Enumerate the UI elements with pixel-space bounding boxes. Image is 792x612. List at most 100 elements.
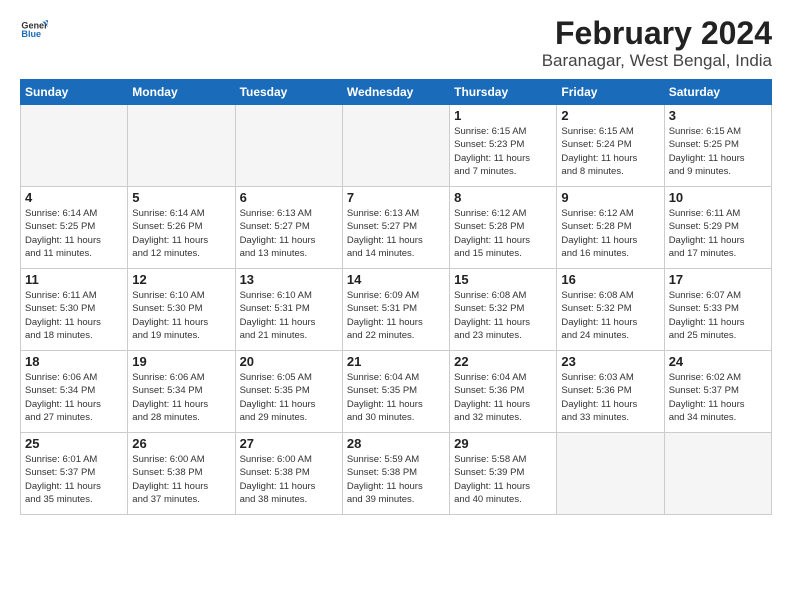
table-row: 24Sunrise: 6:02 AM Sunset: 5:37 PM Dayli… [664,351,771,433]
day-number: 7 [347,190,445,205]
table-row: 1 Sunrise: 6:15 AM Sunset: 5:23 PM Daylig… [450,105,557,187]
day-number: 4 [25,190,123,205]
day-number: 2 [561,108,659,123]
calendar-body: 1 Sunrise: 6:15 AM Sunset: 5:23 PM Daylig… [21,105,772,515]
table-row: 27Sunrise: 6:00 AM Sunset: 5:38 PM Dayli… [235,433,342,515]
day-info: Sunrise: 6:13 AM Sunset: 5:27 PM Dayligh… [240,207,338,260]
day-number: 10 [669,190,767,205]
day-number: 27 [240,436,338,451]
day-number: 12 [132,272,230,287]
table-row [128,105,235,187]
day-number: 13 [240,272,338,287]
day-number: 18 [25,354,123,369]
table-row [21,105,128,187]
col-thursday: Thursday [450,80,557,105]
table-row: 3 Sunrise: 6:15 AM Sunset: 5:25 PM Daylig… [664,105,771,187]
table-row: 23 Sunrise: 6:03 AM Sunset: 5:36 PM Dayli… [557,351,664,433]
day-number: 20 [240,354,338,369]
day-info: Sunrise: 6:14 AM Sunset: 5:26 PM Dayligh… [132,207,230,260]
day-info: Sunrise: 6:04 AM Sunset: 5:35 PM Dayligh… [347,371,445,424]
day-info: Sunrise: 6:10 AM Sunset: 5:31 PM Dayligh… [240,289,338,342]
table-row: 15 Sunrise: 6:08 AM Sunset: 5:32 PM Dayli… [450,269,557,351]
day-info: Sunrise: 6:01 AM Sunset: 5:37 PM Dayligh… [25,453,123,506]
day-info: Sunrise: 6:13 AM Sunset: 5:27 PM Dayligh… [347,207,445,260]
calendar-week-row: 4Sunrise: 6:14 AM Sunset: 5:25 PM Daylig… [21,187,772,269]
day-info: Sunrise: 6:04 AM Sunset: 5:36 PM Dayligh… [454,371,552,424]
header-area: General Blue February 2024 Baranagar, We… [20,16,772,71]
day-info: Sunrise: 6:12 AM Sunset: 5:28 PM Dayligh… [454,207,552,260]
day-number: 25 [25,436,123,451]
day-info: Sunrise: 6:05 AM Sunset: 5:35 PM Dayligh… [240,371,338,424]
calendar-week-row: 11Sunrise: 6:11 AM Sunset: 5:30 PM Dayli… [21,269,772,351]
table-row: 21Sunrise: 6:04 AM Sunset: 5:35 PM Dayli… [342,351,449,433]
day-info: Sunrise: 6:08 AM Sunset: 5:32 PM Dayligh… [561,289,659,342]
day-info: Sunrise: 6:08 AM Sunset: 5:32 PM Dayligh… [454,289,552,342]
table-row: 26Sunrise: 6:00 AM Sunset: 5:38 PM Dayli… [128,433,235,515]
day-info: Sunrise: 6:07 AM Sunset: 5:33 PM Dayligh… [669,289,767,342]
sub-title: Baranagar, West Bengal, India [542,51,772,71]
table-row: 13 Sunrise: 6:10 AM Sunset: 5:31 PM Dayli… [235,269,342,351]
day-number: 29 [454,436,552,451]
day-number: 17 [669,272,767,287]
table-row [342,105,449,187]
day-info: Sunrise: 6:15 AM Sunset: 5:25 PM Dayligh… [669,125,767,178]
col-tuesday: Tuesday [235,80,342,105]
day-number: 26 [132,436,230,451]
col-monday: Monday [128,80,235,105]
day-number: 28 [347,436,445,451]
day-info: Sunrise: 6:11 AM Sunset: 5:29 PM Dayligh… [669,207,767,260]
table-row: 14Sunrise: 6:09 AM Sunset: 5:31 PM Dayli… [342,269,449,351]
table-row: 20 Sunrise: 6:05 AM Sunset: 5:35 PM Dayli… [235,351,342,433]
table-row [235,105,342,187]
table-row: 25 Sunrise: 6:01 AM Sunset: 5:37 PM Dayli… [21,433,128,515]
table-row: 19 Sunrise: 6:06 AM Sunset: 5:34 PM Dayli… [128,351,235,433]
table-row: 29 Sunrise: 5:58 AM Sunset: 5:39 PM Dayli… [450,433,557,515]
table-row: 4Sunrise: 6:14 AM Sunset: 5:25 PM Daylig… [21,187,128,269]
table-row: 11Sunrise: 6:11 AM Sunset: 5:30 PM Dayli… [21,269,128,351]
day-number: 6 [240,190,338,205]
day-info: Sunrise: 6:06 AM Sunset: 5:34 PM Dayligh… [25,371,123,424]
day-number: 5 [132,190,230,205]
day-info: Sunrise: 6:03 AM Sunset: 5:36 PM Dayligh… [561,371,659,424]
day-number: 16 [561,272,659,287]
day-info: Sunrise: 6:12 AM Sunset: 5:28 PM Dayligh… [561,207,659,260]
day-number: 15 [454,272,552,287]
col-sunday: Sunday [21,80,128,105]
day-info: Sunrise: 6:10 AM Sunset: 5:30 PM Dayligh… [132,289,230,342]
table-row: 17 Sunrise: 6:07 AM Sunset: 5:33 PM Dayli… [664,269,771,351]
day-number: 8 [454,190,552,205]
table-row: 5 Sunrise: 6:14 AM Sunset: 5:26 PM Daylig… [128,187,235,269]
day-info: Sunrise: 6:15 AM Sunset: 5:24 PM Dayligh… [561,125,659,178]
table-row: 2 Sunrise: 6:15 AM Sunset: 5:24 PM Daylig… [557,105,664,187]
table-row: 16 Sunrise: 6:08 AM Sunset: 5:32 PM Dayli… [557,269,664,351]
day-number: 11 [25,272,123,287]
day-number: 3 [669,108,767,123]
day-number: 1 [454,108,552,123]
day-number: 14 [347,272,445,287]
day-info: Sunrise: 6:15 AM Sunset: 5:23 PM Dayligh… [454,125,552,178]
page: General Blue February 2024 Baranagar, We… [0,0,792,525]
col-friday: Friday [557,80,664,105]
day-number: 19 [132,354,230,369]
day-info: Sunrise: 5:58 AM Sunset: 5:39 PM Dayligh… [454,453,552,506]
table-row: 12 Sunrise: 6:10 AM Sunset: 5:30 PM Dayli… [128,269,235,351]
day-number: 23 [561,354,659,369]
table-row: 9Sunrise: 6:12 AM Sunset: 5:28 PM Daylig… [557,187,664,269]
table-row [557,433,664,515]
day-number: 22 [454,354,552,369]
day-number: 24 [669,354,767,369]
table-row: 7 Sunrise: 6:13 AM Sunset: 5:27 PM Daylig… [342,187,449,269]
calendar-week-row: 18 Sunrise: 6:06 AM Sunset: 5:34 PM Dayli… [21,351,772,433]
main-title: February 2024 [542,16,772,51]
day-info: Sunrise: 5:59 AM Sunset: 5:38 PM Dayligh… [347,453,445,506]
calendar-week-row: 1 Sunrise: 6:15 AM Sunset: 5:23 PM Daylig… [21,105,772,187]
table-row: 6 Sunrise: 6:13 AM Sunset: 5:27 PM Daylig… [235,187,342,269]
table-row: 8 Sunrise: 6:12 AM Sunset: 5:28 PM Daylig… [450,187,557,269]
logo: General Blue [20,16,48,44]
day-info: Sunrise: 6:06 AM Sunset: 5:34 PM Dayligh… [132,371,230,424]
table-row: 22 Sunrise: 6:04 AM Sunset: 5:36 PM Dayli… [450,351,557,433]
table-row: 28 Sunrise: 5:59 AM Sunset: 5:38 PM Dayli… [342,433,449,515]
logo-icon: General Blue [20,16,48,44]
svg-text:Blue: Blue [21,29,41,39]
table-row: 10 Sunrise: 6:11 AM Sunset: 5:29 PM Dayli… [664,187,771,269]
